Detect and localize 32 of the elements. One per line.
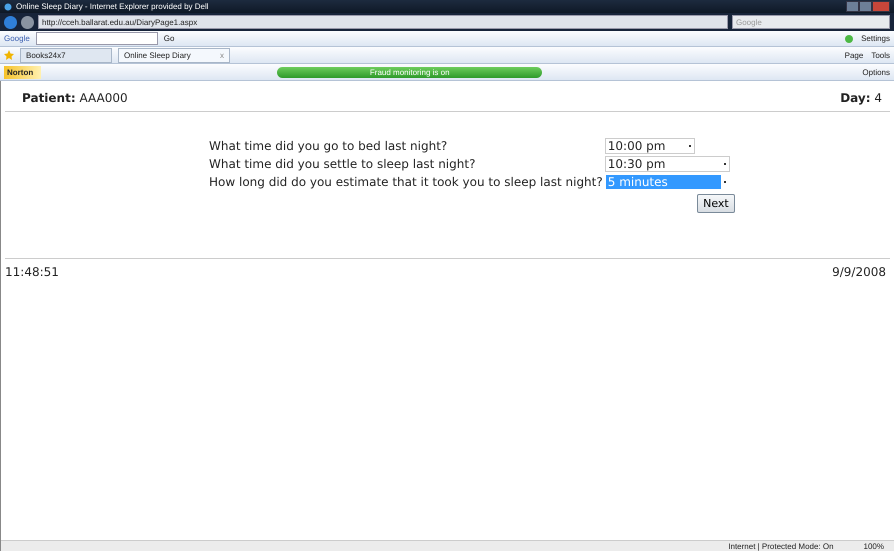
back-button[interactable] <box>4 16 17 28</box>
clock-time: 11:48:51 <box>5 265 59 279</box>
time-select[interactable]: 10:30 pm <box>604 156 730 172</box>
zone-status: Internet | Protected Mode: On <box>728 542 834 550</box>
patient-label: Patient: AAA000 <box>22 91 128 105</box>
settings-button[interactable]: Settings <box>861 34 890 43</box>
time-select[interactable]: 10:00 pm <box>604 138 695 154</box>
command-menu[interactable]: Tools <box>871 50 890 60</box>
browser-tab[interactable]: Online Sleep Diary x <box>118 48 230 62</box>
command-menu[interactable]: Page <box>844 50 864 60</box>
date-text: 9/9/2008 <box>832 265 886 279</box>
question-text: How long did do you estimate that it took you to sleep last night? <box>209 175 603 189</box>
address-field[interactable]: http://cceh.ballarat.edu.au/DiaryPage1.aspx <box>38 15 728 29</box>
status-dot-icon <box>845 34 854 42</box>
window-title: Online Sleep Diary - Internet Explorer provided by Dell <box>16 2 209 11</box>
options-button[interactable]: Options <box>862 68 890 76</box>
zoom-level[interactable]: 100% <box>864 542 884 550</box>
browser-tab[interactable]: Books24x7 <box>20 48 112 62</box>
google-logo: Google <box>4 34 30 43</box>
go-button[interactable]: Go <box>164 34 174 43</box>
question-text: What time did you settle to sleep last night? <box>209 157 476 171</box>
norton-logo: Norton <box>4 66 42 78</box>
close-button[interactable] <box>872 1 890 12</box>
next-button[interactable]: Next <box>697 194 735 213</box>
question-text: What time did you go to bed last night? <box>209 139 448 153</box>
browser-logo-icon <box>4 2 12 10</box>
maximize-button[interactable] <box>859 1 872 12</box>
day-label: Day: 4 <box>840 91 882 105</box>
status-pill: Fraud monitoring is on <box>277 66 542 78</box>
star-icon[interactable] <box>4 50 14 60</box>
minimize-button[interactable] <box>846 1 859 12</box>
forward-button[interactable] <box>21 16 34 28</box>
